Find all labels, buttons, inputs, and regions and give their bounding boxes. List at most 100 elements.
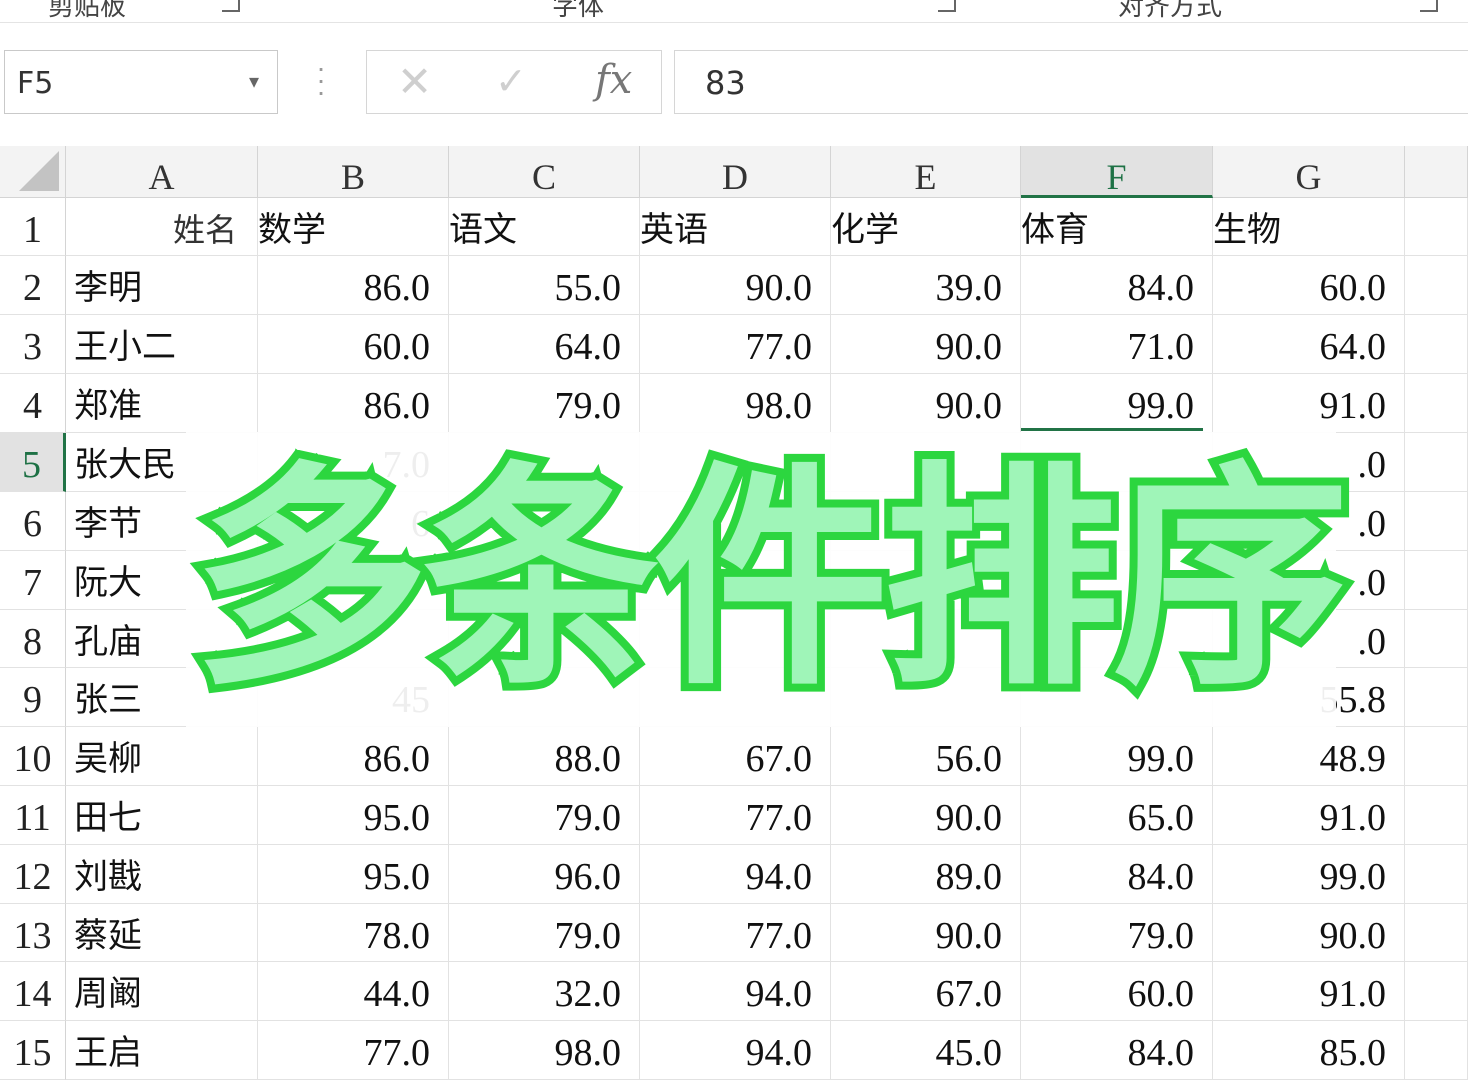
cell-f15[interactable]: 84.0 xyxy=(1021,1021,1213,1080)
cell-d11[interactable]: 77.0 xyxy=(640,786,831,845)
cell-e3[interactable]: 90.0 xyxy=(831,315,1021,374)
row-header-15[interactable]: 15 xyxy=(0,1021,66,1080)
cell-f2[interactable]: 84.0 xyxy=(1021,256,1213,315)
name-box[interactable]: F5 ▾ xyxy=(4,50,278,114)
cell-b2[interactable]: 86.0 xyxy=(258,256,449,315)
row-header-14[interactable]: 14 xyxy=(0,962,66,1021)
cell-d2[interactable]: 90.0 xyxy=(640,256,831,315)
row-header-6[interactable]: 6 xyxy=(0,492,66,551)
cell-e2[interactable]: 39.0 xyxy=(831,256,1021,315)
cell-blank-15[interactable] xyxy=(1405,1021,1468,1080)
cell-f12[interactable]: 84.0 xyxy=(1021,845,1213,904)
cell-e13[interactable]: 90.0 xyxy=(831,904,1021,962)
cell-a4[interactable]: 郑准 xyxy=(66,374,258,433)
cell-e14[interactable]: 67.0 xyxy=(831,962,1021,1021)
cell-f13[interactable]: 79.0 xyxy=(1021,904,1213,962)
cell-blank-7[interactable] xyxy=(1405,551,1468,610)
more-options-icon[interactable]: · · · xyxy=(312,54,330,106)
cell-f3[interactable]: 71.0 xyxy=(1021,315,1213,374)
cell-b12[interactable]: 95.0 xyxy=(258,845,449,904)
cell-blank-3[interactable] xyxy=(1405,315,1468,374)
cell-blank-5[interactable] xyxy=(1405,433,1468,492)
cell-g14[interactable]: 91.0 xyxy=(1213,962,1405,1021)
cell-a2[interactable]: 李明 xyxy=(66,256,258,315)
cell-blank-4[interactable] xyxy=(1405,374,1468,433)
cancel-icon[interactable]: ✕ xyxy=(397,57,432,106)
cell-g15[interactable]: 85.0 xyxy=(1213,1021,1405,1080)
cell-e11[interactable]: 90.0 xyxy=(831,786,1021,845)
row-header-3[interactable]: 3 xyxy=(0,315,66,374)
insert-function-icon[interactable]: fx xyxy=(595,57,632,103)
cell-d1[interactable]: 英语 xyxy=(640,198,831,256)
cell-b4[interactable]: 86.0 xyxy=(258,374,449,433)
row-header-13[interactable]: 13 xyxy=(0,904,66,962)
row-header-7[interactable]: 7 xyxy=(0,551,66,610)
enter-icon[interactable]: ✓ xyxy=(495,59,527,103)
cell-c12[interactable]: 96.0 xyxy=(449,845,640,904)
cell-c15[interactable]: 98.0 xyxy=(449,1021,640,1080)
cell-a14[interactable]: 周阚 xyxy=(66,962,258,1021)
cell-blank-1[interactable] xyxy=(1405,198,1468,256)
cell-g4[interactable]: 91.0 xyxy=(1213,374,1405,433)
cell-blank-11[interactable] xyxy=(1405,786,1468,845)
row-header-8[interactable]: 8 xyxy=(0,610,66,668)
cell-a13[interactable]: 蔡延 xyxy=(66,904,258,962)
cell-b3[interactable]: 60.0 xyxy=(258,315,449,374)
cell-d15[interactable]: 94.0 xyxy=(640,1021,831,1080)
select-all-button[interactable] xyxy=(0,146,66,198)
cell-e10[interactable]: 56.0 xyxy=(831,727,1021,786)
cell-c11[interactable]: 79.0 xyxy=(449,786,640,845)
row-header-4[interactable]: 4 xyxy=(0,374,66,433)
cell-e12[interactable]: 89.0 xyxy=(831,845,1021,904)
row-header-2[interactable]: 2 xyxy=(0,256,66,315)
cell-c1[interactable]: 语文 xyxy=(449,198,640,256)
cell-g3[interactable]: 64.0 xyxy=(1213,315,1405,374)
chevron-down-icon[interactable]: ▾ xyxy=(249,69,259,94)
cell-g2[interactable]: 60.0 xyxy=(1213,256,1405,315)
cell-c14[interactable]: 32.0 xyxy=(449,962,640,1021)
formula-input[interactable]: 83 xyxy=(674,50,1468,114)
cell-g11[interactable]: 91.0 xyxy=(1213,786,1405,845)
column-header-a[interactable]: A xyxy=(66,146,258,198)
cell-d12[interactable]: 94.0 xyxy=(640,845,831,904)
cell-a11[interactable]: 田七 xyxy=(66,786,258,845)
cell-d14[interactable]: 94.0 xyxy=(640,962,831,1021)
cell-g12[interactable]: 99.0 xyxy=(1213,845,1405,904)
cell-b13[interactable]: 78.0 xyxy=(258,904,449,962)
cell-f10[interactable]: 99.0 xyxy=(1021,727,1213,786)
column-header-e[interactable]: E xyxy=(831,146,1021,198)
cell-d13[interactable]: 77.0 xyxy=(640,904,831,962)
column-header-f[interactable]: F xyxy=(1021,146,1213,198)
column-header-c[interactable]: C xyxy=(449,146,640,198)
cell-c4[interactable]: 79.0 xyxy=(449,374,640,433)
font-launcher-icon[interactable] xyxy=(938,0,956,12)
cell-f1[interactable]: 体育 xyxy=(1021,198,1213,256)
row-header-9[interactable]: 9 xyxy=(0,668,66,727)
cell-f14[interactable]: 60.0 xyxy=(1021,962,1213,1021)
row-header-11[interactable]: 11 xyxy=(0,786,66,845)
cell-b11[interactable]: 95.0 xyxy=(258,786,449,845)
cell-a1[interactable]: 姓名 xyxy=(66,198,258,256)
cell-c13[interactable]: 79.0 xyxy=(449,904,640,962)
row-header-5[interactable]: 5 xyxy=(0,433,66,492)
cell-d4[interactable]: 98.0 xyxy=(640,374,831,433)
cell-blank-14[interactable] xyxy=(1405,962,1468,1021)
cell-c10[interactable]: 88.0 xyxy=(449,727,640,786)
cell-blank-10[interactable] xyxy=(1405,727,1468,786)
cell-d3[interactable]: 77.0 xyxy=(640,315,831,374)
cell-a3[interactable]: 王小二 xyxy=(66,315,258,374)
alignment-launcher-icon[interactable] xyxy=(1420,0,1438,12)
row-header-1[interactable]: 1 xyxy=(0,198,66,256)
cell-g1[interactable]: 生物 xyxy=(1213,198,1405,256)
cell-a15[interactable]: 王启 xyxy=(66,1021,258,1080)
cell-b10[interactable]: 86.0 xyxy=(258,727,449,786)
cell-e15[interactable]: 45.0 xyxy=(831,1021,1021,1080)
clipboard-launcher-icon[interactable] xyxy=(222,0,240,12)
row-header-12[interactable]: 12 xyxy=(0,845,66,904)
cell-blank-9[interactable] xyxy=(1405,668,1468,727)
cell-c3[interactable]: 64.0 xyxy=(449,315,640,374)
cell-g10[interactable]: 48.9 xyxy=(1213,727,1405,786)
cell-e4[interactable]: 90.0 xyxy=(831,374,1021,433)
cell-blank-13[interactable] xyxy=(1405,904,1468,962)
cell-blank-2[interactable] xyxy=(1405,256,1468,315)
